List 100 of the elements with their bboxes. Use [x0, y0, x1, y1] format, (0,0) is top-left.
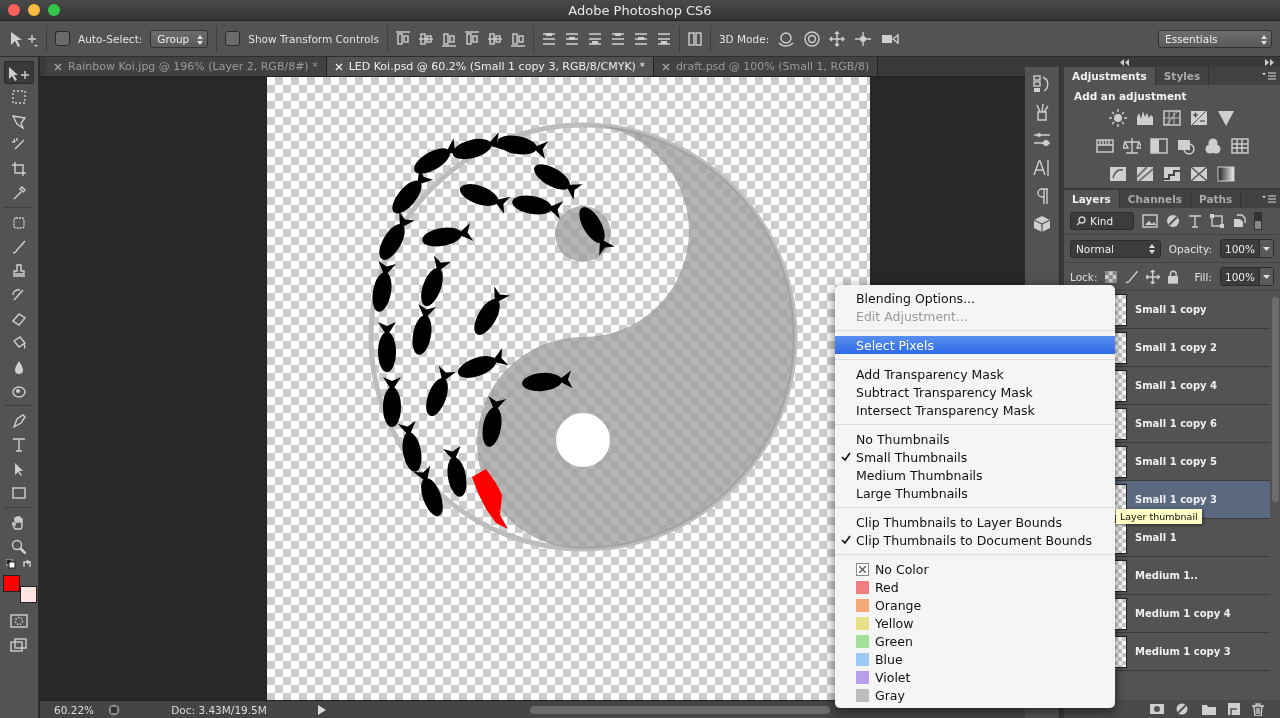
close-icon[interactable]	[54, 62, 62, 71]
layer-name: Small 1 copy 6	[1135, 418, 1218, 429]
play-arrow-icon[interactable]	[318, 704, 327, 715]
document-icon[interactable]	[1232, 214, 1246, 228]
menu-item[interactable]: Gray	[835, 686, 1115, 704]
document-tab[interactable]: draft.psd @ 100% (Small 1, RGB/8)	[653, 57, 879, 76]
crop-icon	[11, 160, 27, 177]
tooltip: Layer thumbnail	[1116, 509, 1202, 524]
swap-arrow-icon[interactable]	[22, 559, 32, 569]
tool-button[interactable]	[4, 61, 34, 84]
preview-icon[interactable]	[108, 703, 121, 716]
align-icon[interactable]	[464, 30, 479, 47]
distribute-icon[interactable]	[633, 30, 648, 47]
layer-name: Small 1 copy 4	[1135, 380, 1218, 391]
cross-square-icon[interactable]	[1190, 165, 1208, 183]
close-icon[interactable]	[661, 62, 670, 71]
double-chevron-icon[interactable]	[1265, 58, 1274, 66]
blend-mode-dropdown[interactable]: Normal	[1070, 239, 1161, 258]
transform-icon[interactable]	[1210, 214, 1224, 228]
menu-item[interactable]: Select Pixels	[835, 336, 1115, 354]
brush-icon[interactable]	[1125, 269, 1139, 284]
three-circles-icon[interactable]	[1203, 137, 1222, 155]
zoom-level: 60.22%	[54, 703, 95, 716]
stripes-icon[interactable]	[1095, 137, 1114, 155]
lasso-icon	[11, 112, 27, 129]
mask-icon[interactable]	[1150, 703, 1164, 715]
background-color-swatch[interactable]	[20, 586, 37, 603]
stairs-icon[interactable]	[1163, 165, 1181, 183]
scrollbar[interactable]	[530, 705, 831, 714]
half-circle-icon[interactable]	[1166, 214, 1180, 228]
image-icon[interactable]	[1142, 214, 1158, 228]
stamp-icon	[11, 262, 27, 279]
dashed-rectangle-icon	[11, 88, 27, 105]
checkbox[interactable]	[225, 31, 241, 46]
toggle-switch-icon[interactable]	[1254, 212, 1262, 230]
type-icon[interactable]	[1188, 214, 1202, 228]
zoom-button[interactable]	[48, 4, 60, 16]
distribute-icon[interactable]	[541, 30, 556, 47]
align-icon[interactable]	[418, 30, 433, 47]
half-square-icon[interactable]	[1149, 137, 1168, 155]
half-circle-icon[interactable]	[1176, 703, 1190, 715]
quick-mask-icon	[10, 613, 28, 628]
folder-icon[interactable]	[1202, 703, 1216, 715]
move-tool-icon[interactable]	[8, 29, 38, 48]
character-icon[interactable]	[1033, 159, 1051, 177]
checkerboard-icon[interactable]	[1105, 270, 1117, 283]
document-tab[interactable]: LED Koi.psd @ 60.2% (Small 1 copy 3, RGB/8/CMYK) *	[326, 57, 654, 76]
panel-tab[interactable]: Styles	[1155, 67, 1210, 85]
foreground-color-swatch[interactable]	[3, 575, 20, 592]
scrollbar[interactable]	[1271, 297, 1279, 502]
menu-item[interactable]: Violet	[835, 668, 1115, 686]
document-tab[interactable]: Rainbow Koi.jpg @ 196% (Layer 2, RGB/8#) *	[46, 57, 327, 76]
distribute-icon[interactable]	[587, 30, 602, 47]
brushes-icon[interactable]	[1033, 103, 1051, 121]
padlock-icon[interactable]	[1167, 269, 1179, 284]
triangle-icon[interactable]	[1217, 109, 1235, 127]
panel-tab[interactable]: Paths	[1191, 190, 1242, 208]
pan-icon[interactable]	[829, 30, 846, 47]
align-icon[interactable]	[395, 30, 410, 47]
curve-grid-icon[interactable]	[1163, 109, 1181, 127]
sliders-icon[interactable]	[1033, 131, 1051, 149]
close-button[interactable]	[8, 4, 20, 16]
gradient-square-icon[interactable]	[1217, 165, 1235, 183]
scales-icon[interactable]	[1122, 137, 1141, 155]
type-icon	[11, 436, 27, 453]
diagonal-stripes-icon[interactable]	[1136, 165, 1154, 183]
align-icon[interactable]	[510, 30, 525, 47]
align-icon[interactable]	[441, 30, 456, 47]
trash-icon[interactable]	[1252, 702, 1264, 716]
panel-tab[interactable]: Layers	[1064, 190, 1120, 208]
fill-field[interactable]: 100%	[1219, 267, 1274, 286]
search-icon	[1076, 216, 1086, 226]
move-arrows-icon[interactable]	[1146, 269, 1160, 284]
updown-caret-icon	[1261, 34, 1267, 45]
opacity-field[interactable]: 100%	[1219, 239, 1274, 258]
default-colors-icon[interactable]	[6, 559, 16, 569]
sun-icon[interactable]	[1109, 109, 1127, 127]
pilcrow-icon[interactable]	[1035, 187, 1049, 205]
checkbox[interactable]	[55, 31, 70, 46]
distribute-icon[interactable]	[656, 30, 671, 47]
minimize-button[interactable]	[28, 4, 40, 16]
caret-icon	[1263, 246, 1270, 251]
layer-name: Small 1 copy 2	[1135, 342, 1218, 353]
plus-minus-icon[interactable]	[1190, 109, 1208, 127]
panel-tab[interactable]: Adjustments	[1064, 67, 1156, 85]
double-chevron-icon[interactable]	[1120, 58, 1129, 66]
cube-icon[interactable]	[1033, 215, 1051, 233]
pen-icon	[11, 412, 27, 429]
panel-tab[interactable]: Channels	[1119, 190, 1192, 208]
align-icon[interactable]	[487, 30, 502, 47]
magnifier-icon	[11, 538, 27, 555]
grid-icon[interactable]	[1230, 137, 1249, 155]
workspace-dropdown[interactable]: Essentials	[1158, 29, 1272, 48]
distribute-icon[interactable]	[564, 30, 579, 47]
filter-dropdown[interactable]: Kind	[1070, 212, 1134, 230]
distribute-icon[interactable]	[610, 30, 625, 47]
panel-menu-icon[interactable]	[1262, 195, 1276, 203]
distribute-icon[interactable]	[687, 30, 702, 47]
dropdown[interactable]: Group	[150, 29, 209, 48]
panel-menu-icon[interactable]	[1262, 72, 1276, 80]
